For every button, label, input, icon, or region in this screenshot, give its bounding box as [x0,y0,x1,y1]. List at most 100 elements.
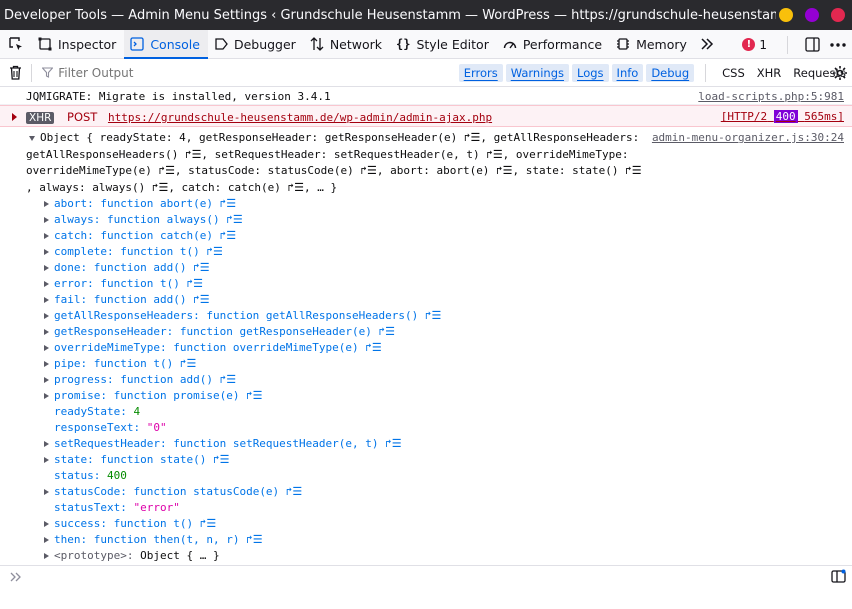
editor-mode-toggle-button[interactable] [831,569,846,587]
object-property-row[interactable]: catch: function catch(e) ↱☰ [44,228,844,244]
filter-output-input[interactable] [58,61,459,84]
tab-inspector-label: Inspector [58,36,117,52]
object-property-row[interactable]: then: function then(t, n, r) ↱☰ [44,532,844,548]
object-property-row[interactable]: always: function always() ↱☰ [44,212,844,228]
expand-arrow-icon[interactable] [12,113,17,121]
property-key: abort: [54,197,94,210]
log-message-jqmigrate: JQMIGRATE: Migrate is installed, version… [0,88,852,105]
object-property-row[interactable]: state: function state() ↱☰ [44,452,844,468]
object-property-row[interactable]: pipe: function t() ↱☰ [44,356,844,372]
object-property-row[interactable]: abort: function abort(e) ↱☰ [44,196,844,212]
network-icon [310,37,324,51]
expand-arrow-icon[interactable] [44,457,49,463]
expand-arrow-icon[interactable] [44,217,49,223]
options-menu-button[interactable] [824,42,852,47]
log-source-link[interactable]: load-scripts.php:5:981 [698,88,844,105]
expand-arrow-icon[interactable] [44,249,49,255]
expand-arrow-icon[interactable] [44,329,49,335]
filter-warnings-button[interactable]: Warnings [505,63,569,82]
filter-logs-button[interactable]: Logs [572,63,609,82]
expand-arrow-icon[interactable] [44,265,49,271]
property-value: function then(t, n, r) ↱☰ [93,533,263,546]
object-property-row[interactable]: progress: function add() ↱☰ [44,372,844,388]
object-property-row[interactable]: statusCode: function statusCode(e) ↱☰ [44,484,844,500]
property-value: "error" [133,501,180,514]
tab-performance[interactable]: Performance [497,30,610,58]
object-property-row[interactable]: success: function t() ↱☰ [44,516,844,532]
property-key: statusCode: [54,485,127,498]
dock-toggle-button[interactable] [800,37,824,52]
object-property-row[interactable]: done: function add() ↱☰ [44,260,844,276]
expand-arrow-icon[interactable] [44,393,49,399]
filter-debug-button[interactable]: Debug [646,63,695,82]
tab-inspector[interactable]: Inspector [32,30,124,58]
property-key: status: [54,469,101,482]
trash-icon [10,65,22,80]
object-property-row[interactable]: setRequestHeader: function setRequestHea… [44,436,844,452]
xhr-time: 565ms] [804,110,844,123]
property-value: function t() ↱☰ [113,517,217,530]
object-preview-line[interactable]: overrideMimeType(e) ↱☰, statusCode: stat… [26,163,844,180]
console-icon [130,37,144,51]
memory-icon [616,37,630,51]
tab-performance-label: Performance [522,36,603,52]
expand-arrow-icon[interactable] [44,297,49,303]
xhr-url-link[interactable]: https://grundschule-heusenstamm.de/wp-ad… [108,111,492,124]
object-property-row[interactable]: getAllResponseHeaders: function getAllRe… [44,308,844,324]
filter-divider [31,63,33,82]
tab-network[interactable]: Network [304,30,390,58]
close-button[interactable] [831,8,845,22]
filter-xhr-button[interactable]: XHR [751,64,788,82]
expand-arrow-icon[interactable] [44,521,49,527]
expand-arrow-icon[interactable] [44,377,49,383]
xhr-error-message[interactable]: XHR POST https://grundschule-heusenstamm… [0,105,852,127]
expand-arrow-icon[interactable] [44,441,49,447]
object-property-row[interactable]: <prototype>: Object { … } [44,548,844,564]
expand-arrow-icon[interactable] [44,201,49,207]
object-property-row[interactable]: promise: function promise(e) ↱☰ [44,388,844,404]
ellipsis-icon [830,42,846,47]
clear-console-button[interactable] [0,65,31,80]
property-value: function overrideMimeType(e) ↱☰ [173,341,382,354]
filter-errors-button[interactable]: Errors [458,63,503,82]
property-value: Object { … } [140,549,220,562]
expand-arrow-icon[interactable] [44,489,49,495]
maximize-button[interactable] [805,8,819,22]
tab-debugger-label: Debugger [233,36,296,52]
more-tools-button[interactable] [695,30,719,58]
object-property-row[interactable]: fail: function add() ↱☰ [44,292,844,308]
expand-arrow-icon[interactable] [44,281,49,287]
expand-arrow-icon[interactable] [44,313,49,319]
property-key: readyState: [54,405,127,418]
property-key: success: [54,517,107,530]
object-property-row[interactable]: error: function t() ↱☰ [44,276,844,292]
minimize-button[interactable] [779,8,793,22]
tab-memory-label: Memory [636,36,687,52]
expand-arrow-icon[interactable] [44,361,49,367]
tab-debugger[interactable]: Debugger [208,30,304,58]
error-count-button[interactable]: ! 1 [742,38,787,52]
object-preview-line[interactable]: getAllResponseHeaders() ↱☰, setRequestHe… [26,147,844,164]
tab-console[interactable]: Console [124,30,208,59]
expand-arrow-icon[interactable] [44,345,49,351]
pick-element-button[interactable] [0,30,32,58]
object-source-link[interactable]: admin-menu-organizer.js:30:24 [652,130,844,147]
console-settings-button[interactable] [832,65,848,84]
expand-arrow-icon[interactable] [44,553,49,559]
xhr-status-link[interactable]: [HTTP/2 400 565ms] [721,106,844,128]
tab-memory[interactable]: Memory [610,30,695,58]
expand-arrow-icon[interactable] [44,233,49,239]
filter-info-button[interactable]: Info [611,63,644,82]
expand-arrow-icon[interactable] [44,537,49,543]
filter-css-button[interactable]: CSS [716,64,751,82]
property-key: complete: [54,245,114,258]
object-property-row[interactable]: overrideMimeType: function overrideMimeT… [44,340,844,356]
object-preview-line[interactable]: , always: always() ↱☰, catch: catch(e) ↱… [26,180,844,197]
console-input-bar[interactable] [0,565,852,589]
collapse-arrow-icon[interactable] [29,136,35,141]
object-property-row[interactable]: getResponseHeader: function getResponseH… [44,324,844,340]
property-value: function setRequestHeader(e, t) ↱☰ [173,437,402,450]
object-property-row[interactable]: complete: function t() ↱☰ [44,244,844,260]
property-value: 400 [106,469,127,482]
tab-style-editor[interactable]: {} Style Editor [390,30,497,58]
